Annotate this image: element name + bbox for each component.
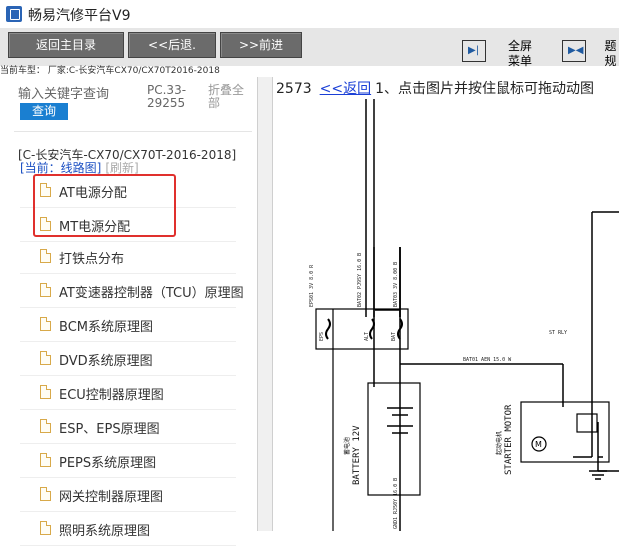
tree-item[interactable]: 网关控制器原理图 [20, 478, 236, 512]
extra-label[interactable]: 题规 [602, 39, 619, 69]
wiring-diagram-svg[interactable]: EPS01 3V 8.0 R BAT02 PJ9SY 16.0 B BAT03 … [273, 77, 619, 531]
document-icon [40, 317, 51, 331]
wire-label: GND1 RJ50Y 16.0 B [393, 478, 399, 529]
document-icon [40, 521, 51, 535]
split-view-icon[interactable]: ▶◀ [562, 40, 586, 62]
starter-cn-label: 起动电机 [495, 431, 503, 455]
wire-label: BAT01 AEN 15.0 W [463, 357, 512, 363]
document-icon [40, 351, 51, 365]
current-vehicle: 当前车型： 厂家:C-长安汽车CX70/CX70T2016-2018 [0, 66, 220, 76]
battery-cn-label: 蓄电池 [343, 437, 351, 455]
starter-label: STARTER MOTOR [504, 404, 514, 475]
home-button[interactable]: 返回主目录 [8, 32, 124, 58]
wire-label: EPS01 3V 8.0 R [309, 264, 315, 307]
tree-item[interactable]: ESP、EPS原理图 [20, 410, 236, 444]
refresh-link[interactable]: [刷新] [105, 161, 138, 175]
document-icon [40, 487, 51, 501]
wire-label: BAT02 PJ9SY 16.0 B [357, 253, 363, 307]
forward-button[interactable]: >>前进 [220, 32, 302, 58]
tree-item-label: 照明系统原理图 [59, 524, 151, 539]
tree-item-label: ESP、EPS原理图 [59, 422, 160, 437]
relay-label: ST RLY [549, 330, 567, 336]
fuse-label: BAT [391, 332, 397, 341]
search-button[interactable]: 查询 [20, 103, 68, 120]
toolbar: 返回主目录 <<后退. >>前进 ▶| 全屏 菜单 ▶◀ 题规 [0, 28, 619, 69]
fullscreen-icon[interactable]: ▶| [462, 40, 486, 62]
document-icon [40, 249, 51, 263]
panel-divider[interactable] [257, 77, 273, 531]
document-icon [40, 283, 51, 297]
tree-item[interactable]: ECU控制器原理图 [20, 376, 236, 410]
app-logo-icon [6, 6, 22, 22]
fullscreen-label[interactable]: 全屏 菜单 [500, 39, 540, 69]
document-icon [40, 453, 51, 467]
motor-icon: M [535, 440, 542, 449]
fold-all-link[interactable]: 折叠全部 [208, 84, 253, 110]
fuse-label: EPS [319, 332, 325, 341]
tree-item-label: 网关控制器原理图 [59, 490, 164, 505]
tree-item[interactable]: 照明系统原理图 [20, 512, 236, 546]
current-label: [当前：线路图] [20, 161, 102, 175]
battery-label: BATTERY 12V [352, 425, 362, 485]
tree-item-label: BCM系统原理图 [59, 320, 153, 335]
tree-item-label: PEPS系统原理图 [59, 456, 157, 471]
divider-line [14, 131, 252, 132]
window-title: 畅易汽修平台V9 [28, 8, 131, 24]
wire-label: BAT03 3V 8.00 B [393, 262, 399, 307]
tree-item[interactable]: BCM系统原理图 [20, 308, 236, 342]
tree-item-label: ECU控制器原理图 [59, 388, 164, 403]
tree-item[interactable]: 打铁点分布 [20, 240, 236, 274]
tree-item-label: DVD系统原理图 [59, 354, 153, 369]
tree-item[interactable]: DVD系统原理图 [20, 342, 236, 376]
pc-code: PC.33-29255 [147, 83, 187, 110]
fuse-label: ALT [364, 332, 370, 341]
highlight-box [33, 174, 176, 237]
document-icon [40, 385, 51, 399]
tree-item-label: 打铁点分布 [59, 252, 125, 267]
back-button[interactable]: <<后退. [128, 32, 216, 58]
tree-item[interactable]: PEPS系统原理图 [20, 444, 236, 478]
tree-item-label: AT变速器控制器（TCU）原理图 [59, 286, 244, 301]
tree-item[interactable]: AT变速器控制器（TCU）原理图 [20, 274, 244, 308]
search-input[interactable]: 输入关键字查询 [18, 83, 126, 102]
document-icon [40, 419, 51, 433]
title-bar: 畅易汽修平台V9 [0, 0, 619, 29]
